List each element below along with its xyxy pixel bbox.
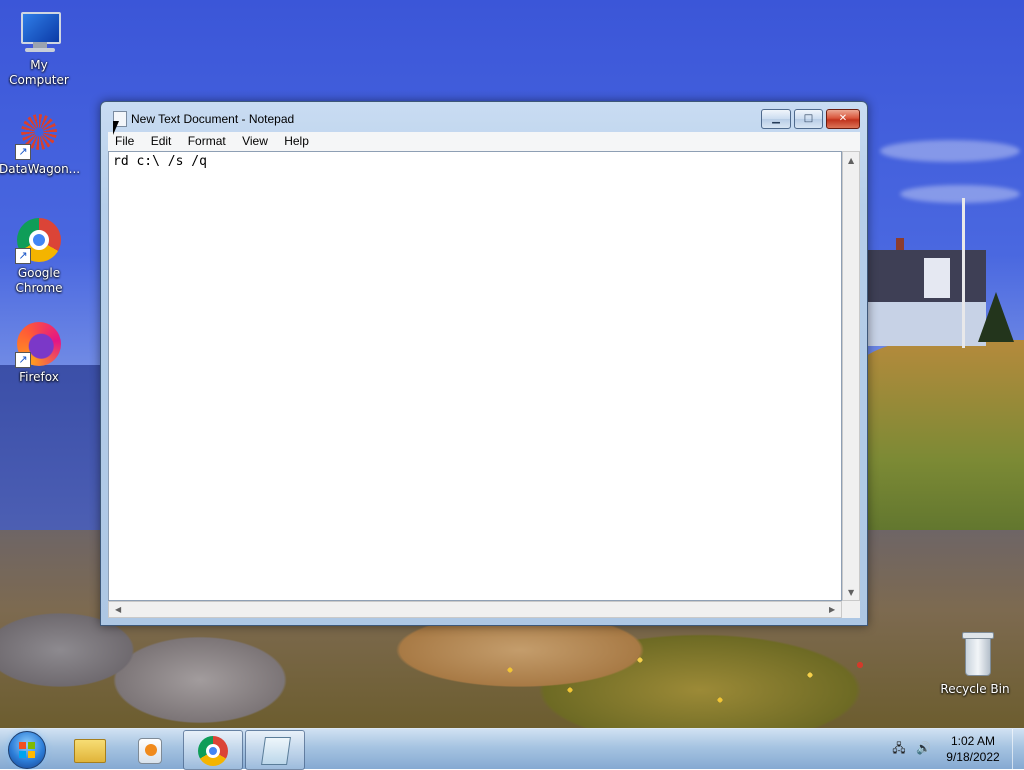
- menu-view[interactable]: View: [235, 132, 274, 148]
- shortcut-arrow-icon: ↗: [15, 352, 31, 368]
- resize-grip[interactable]: [842, 601, 860, 618]
- maximize-button[interactable]: □: [794, 109, 823, 129]
- desktop-icon-google-chrome[interactable]: ↗ Google Chrome: [0, 216, 79, 296]
- clock[interactable]: 1:02 AM 9/18/2022: [940, 733, 1006, 765]
- menu-bar: File Edit Format View Help: [108, 132, 860, 151]
- chrome-icon: [198, 736, 228, 766]
- desktop-icon-datawagon[interactable]: ↗ DataWagon...: [0, 112, 81, 177]
- desktop-icon-label: Google Chrome: [15, 266, 63, 295]
- datawagon-icon: ↗: [15, 112, 63, 160]
- volume-icon[interactable]: 🔊: [916, 742, 931, 755]
- desktop-icon-label: Recycle Bin: [940, 682, 1010, 696]
- wallpaper-tree: [978, 292, 1014, 342]
- firefox-icon: ↗: [15, 320, 63, 368]
- desktop-icon-label: DataWagon...: [0, 162, 81, 176]
- text-editor[interactable]: rd c:\ /s /q: [108, 151, 842, 601]
- start-button[interactable]: [8, 731, 46, 769]
- computer-icon: [15, 8, 63, 56]
- wallpaper-flagpole: [962, 198, 965, 348]
- desktop-icon-label: My Computer: [9, 58, 69, 87]
- minimize-button[interactable]: ▁: [761, 109, 791, 129]
- chrome-icon: ↗: [15, 216, 63, 264]
- shortcut-arrow-icon: ↗: [15, 144, 31, 160]
- mouse-cursor-icon: [113, 121, 119, 135]
- clock-date: 9/18/2022: [946, 750, 1000, 764]
- network-icon[interactable]: 🖧: [892, 742, 906, 755]
- close-button[interactable]: ✕: [826, 109, 860, 129]
- desktop-icon-label: Firefox: [19, 370, 59, 384]
- scroll-down-icon[interactable]: ▼: [848, 588, 854, 597]
- desktop-icon-firefox[interactable]: ↗ Firefox: [0, 320, 79, 385]
- wallpaper-cloud: [880, 140, 1020, 162]
- scroll-left-icon[interactable]: ◀: [115, 605, 121, 614]
- folder-icon: [74, 739, 106, 763]
- windows-logo-icon: [19, 742, 35, 758]
- scroll-right-icon[interactable]: ▶: [829, 605, 835, 614]
- media-player-icon: [138, 738, 162, 764]
- wallpaper-house: [866, 238, 986, 346]
- taskbar-notepad-button[interactable]: [245, 730, 305, 770]
- scroll-up-icon[interactable]: ▲: [848, 156, 854, 165]
- show-desktop-button[interactable]: [1012, 729, 1024, 769]
- taskbar-chrome-button[interactable]: [183, 730, 243, 770]
- shortcut-arrow-icon: ↗: [15, 248, 31, 264]
- desktop-icon-my-computer[interactable]: My Computer: [0, 8, 79, 88]
- taskbar: 🖧 🔊 1:02 AM 9/18/2022: [0, 728, 1024, 770]
- wallpaper-flowers: [480, 640, 880, 728]
- wallpaper-cloud: [900, 185, 1020, 203]
- clock-time: 1:02 AM: [950, 734, 996, 748]
- recycle-bin-icon: [951, 632, 999, 680]
- menu-format[interactable]: Format: [181, 132, 232, 148]
- notepad-window: New Text Document - Notepad ▁ □ ✕ File E…: [100, 101, 868, 626]
- title-bar[interactable]: New Text Document - Notepad ▁ □ ✕: [101, 102, 867, 132]
- desktop-icon-recycle-bin[interactable]: Recycle Bin: [935, 632, 1015, 697]
- editor-content[interactable]: rd c:\ /s /q: [113, 154, 207, 169]
- horizontal-scrollbar[interactable]: ◀ ▶: [108, 601, 842, 618]
- taskbar-explorer-button[interactable]: [60, 730, 118, 768]
- menu-edit[interactable]: Edit: [144, 132, 178, 148]
- window-title: New Text Document - Notepad: [131, 112, 295, 126]
- taskbar-media-player-button[interactable]: [120, 730, 178, 768]
- menu-help[interactable]: Help: [277, 132, 315, 148]
- notepad-icon: [261, 737, 291, 765]
- vertical-scrollbar[interactable]: ▲ ▼: [842, 151, 860, 601]
